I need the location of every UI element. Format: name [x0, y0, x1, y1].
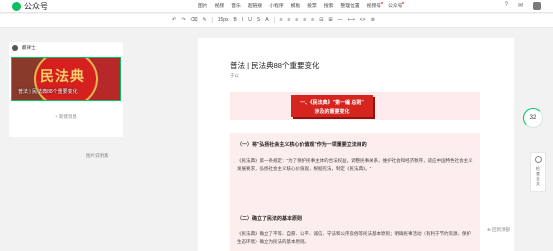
menu-item-channels[interactable]: 视频号	[367, 2, 384, 9]
message-icon[interactable]: ✉	[518, 2, 523, 10]
image-note-link[interactable]: 图片说明素	[86, 153, 109, 159]
font-color-icon[interactable]: A	[265, 17, 268, 23]
section-heading-2: （二）确立了民法的基本原则	[237, 216, 303, 222]
help-icon[interactable]: ?	[505, 2, 508, 10]
strikethrough-icon[interactable]: S	[257, 17, 260, 23]
editor-canvas[interactable]: 普法 | 民法典88个重要变化 于以 一、《民法典》"第一编 总则" 涉及的重要…	[198, 38, 514, 251]
nav-right: ? ✉	[505, 2, 541, 10]
cover-caption: 普法 | 民法典88个重要变化	[18, 89, 78, 95]
section-heading-1: （一）将"弘扬社会主义核心价值观"作为一项重要立法目的	[237, 142, 367, 148]
article-title[interactable]: 普法 | 民法典88个重要变化	[230, 60, 319, 71]
align-right-icon[interactable]: ≡	[295, 17, 298, 23]
account-name: 麒律士	[22, 45, 36, 50]
menu-item-music[interactable]: 音乐	[231, 2, 241, 9]
brand-title: 公众号	[24, 2, 48, 11]
justify-icon[interactable]: ≡	[303, 17, 306, 23]
indent-icon[interactable]: ≡	[311, 17, 314, 23]
top-nav: 公众号 图片 视频 音乐 超链接 小程序 模板 投票 搜索 整理位置 视频号 公…	[0, 0, 553, 13]
article-cover-card[interactable]: 民法典 普法 | 民法典88个重要变化	[11, 57, 121, 101]
avatar[interactable]	[533, 2, 541, 10]
menu-item-vote[interactable]: 投票	[307, 2, 317, 9]
menu-item-search[interactable]: 搜索	[324, 2, 334, 9]
menu-item-video[interactable]: 视频	[215, 2, 225, 9]
redo-icon[interactable]: ↷	[181, 17, 185, 23]
banner-line-2: 涉及的重要变化	[314, 109, 350, 115]
banner-line-1: 一、《民法典》"第一编 总则"	[300, 100, 364, 106]
code-icon[interactable]: <>	[360, 17, 366, 23]
toolbar-divider	[273, 17, 275, 23]
menu-item-location[interactable]: 整理位置	[340, 2, 359, 9]
content-block[interactable]: （一）将"弘扬社会主义核心价值观"作为一项重要立法目的 《民法典》第一条规定："…	[230, 133, 480, 251]
new-article-button[interactable]: + 新建消息	[9, 114, 123, 120]
font-size-select[interactable]: 15px	[218, 17, 229, 23]
check-icon	[535, 156, 542, 163]
menu-item-template[interactable]: 模板	[291, 2, 301, 9]
proofread-label: 检查全文	[536, 166, 540, 186]
undo-icon[interactable]: ↶	[172, 17, 176, 23]
insert-menu: 图片 视频 音乐 超链接 小程序 模板 投票 搜索 整理位置 视频号 公众号	[198, 2, 409, 9]
bold-icon[interactable]: B	[234, 17, 237, 23]
article-list-panel: 麒律士 民法典 普法 | 民法典88个重要变化 + 新建消息	[9, 42, 123, 137]
toolbar-divider	[211, 17, 213, 23]
italic-icon[interactable]: I	[242, 17, 243, 23]
align-left-icon[interactable]: ≡	[280, 17, 283, 23]
cover-title: 民法典	[40, 68, 85, 84]
divider-line-icon[interactable]: —	[338, 17, 343, 23]
section-paragraph-2: 《民法典》确立了平等、自愿、公平、诚信、守法和公序良俗等民法基本原则；明确民事活…	[237, 231, 471, 244]
editor-toolbar: ↶ ↷ ⌫ ✎ 15px B I U S A ≡ ≡ ≡ ≡ ≡ ⊟ ⊞ — ⟷…	[0, 14, 553, 28]
proofread-panel-button[interactable]: 检查全文	[530, 152, 546, 192]
clear-format-icon[interactable]: ⌫	[190, 17, 197, 23]
wechat-logo-icon	[12, 2, 21, 11]
menu-item-link[interactable]: 超链接	[248, 2, 262, 9]
account-avatar	[12, 45, 18, 51]
spacing-icon[interactable]: ⟷	[348, 17, 355, 23]
banner-box: 一、《民法典》"第一编 总则" 涉及的重要变化	[291, 95, 373, 117]
format-brush-icon[interactable]: ✎	[202, 17, 206, 23]
article-author[interactable]: 于以	[230, 73, 239, 79]
progress-ring	[523, 108, 543, 128]
unordered-list-icon[interactable]: ⊞	[328, 17, 332, 23]
back-to-top-button[interactable]: 回到顶部	[487, 227, 510, 233]
ordered-list-icon[interactable]: ⊟	[319, 17, 323, 23]
section-paragraph-1: 《民法典》第一条规定："为了保护民事主体的合法权益，调整民事关系，维护社会和经济…	[237, 158, 473, 171]
account-row: 麒律士	[12, 45, 36, 51]
section-banner: 一、《民法典》"第一编 总则" 涉及的重要变化	[230, 92, 480, 120]
align-center-icon[interactable]: ≡	[288, 17, 291, 23]
menu-item-official-account[interactable]: 公众号	[388, 2, 405, 9]
menu-item-miniprogram[interactable]: 小程序	[269, 2, 283, 9]
underline-icon[interactable]: U	[248, 17, 252, 23]
more-icon[interactable]: ⊚	[371, 17, 375, 23]
menu-item-image[interactable]: 图片	[198, 2, 208, 9]
word-count-badge[interactable]: 32	[523, 108, 543, 128]
